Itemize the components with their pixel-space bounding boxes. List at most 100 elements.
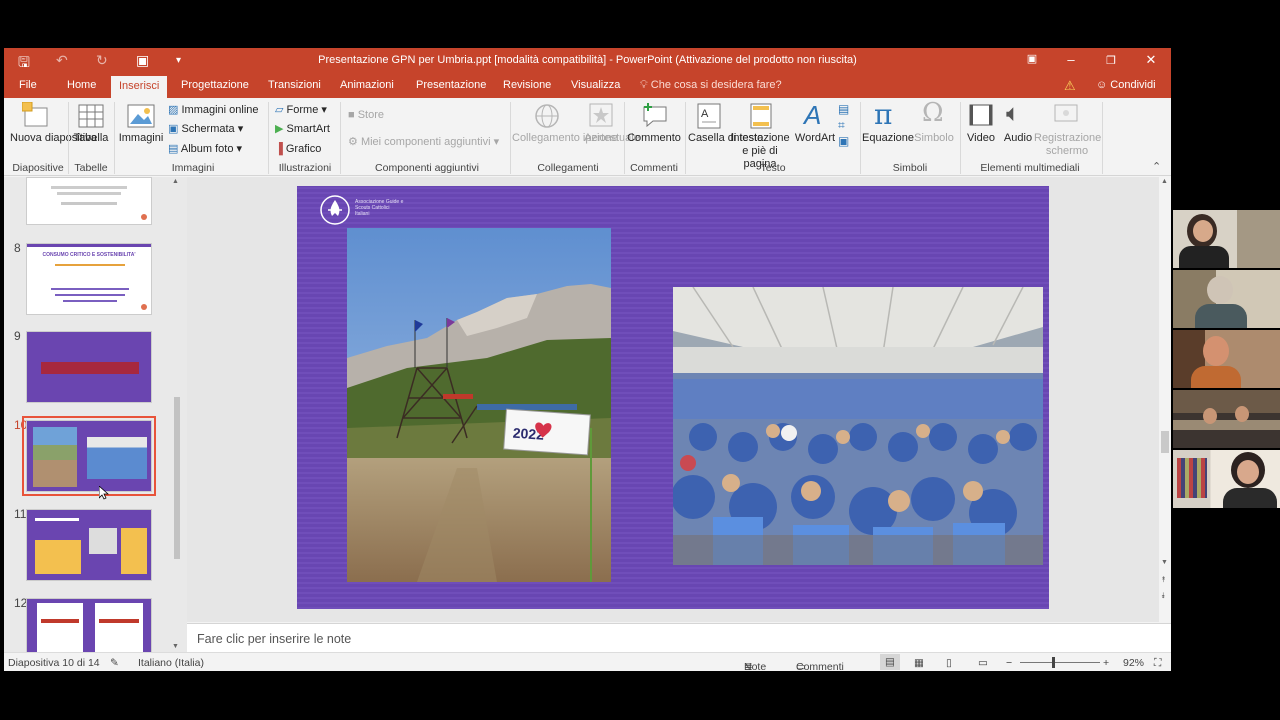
participant-body [1179, 246, 1229, 268]
collapse-ribbon-icon[interactable]: ⌃ [1152, 160, 1161, 173]
screen-recording-button[interactable]: Registrazione schermo [1034, 132, 1101, 158]
next-slide-icon[interactable]: ⯯ [1161, 591, 1166, 601]
online-images-button[interactable]: ▨ Immagini online [168, 104, 259, 117]
tab-insert[interactable]: Inserisci [111, 76, 168, 98]
textbox-button[interactable]: Casella di testo [688, 132, 763, 145]
zoom-out-icon[interactable]: − [1006, 657, 1012, 669]
share-label: Condividi [1110, 79, 1156, 91]
tab-animations[interactable]: Animazioni [340, 79, 394, 91]
participant-video-5[interactable] [1173, 450, 1280, 508]
audio-button[interactable]: Audio [1000, 132, 1036, 145]
tab-home[interactable]: Home [67, 79, 96, 91]
ribbon-display-icon[interactable]: ▣ [1022, 52, 1042, 65]
participant-video-4[interactable] [1173, 390, 1280, 448]
thumb-text-line [51, 288, 129, 290]
scroll-down-icon[interactable]: ▼ [172, 643, 179, 650]
fit-to-window-icon[interactable]: ⛶ [1154, 657, 1161, 670]
zoom-level[interactable]: 92% [1123, 657, 1144, 669]
current-slide[interactable]: Associazione Guide e Scouts Cattolici It… [297, 186, 1049, 609]
zoom-in-icon[interactable]: + [1103, 657, 1109, 669]
thumb-logo [141, 214, 147, 220]
slide-counter: Diapositiva 10 di 14 [8, 657, 100, 669]
tell-me-search[interactable]: 💡︎ Che cosa si desidera fare? [640, 79, 782, 92]
slide-scrollbar[interactable]: ▲ ▼ ⯭ ⯯ [1159, 177, 1171, 622]
previous-slide-icon[interactable]: ⯭ [1161, 575, 1166, 585]
divider [340, 102, 341, 174]
thumbnail-slide-9[interactable] [26, 331, 152, 403]
action-button[interactable]: Azione [582, 132, 620, 145]
tab-file[interactable]: File [19, 79, 37, 91]
scroll-up-icon[interactable]: ▲ [1161, 178, 1168, 185]
store-button[interactable]: ■ Store [348, 109, 384, 122]
participant-body [1223, 488, 1277, 508]
thumbnail-slide-8[interactable]: CONSUMO CRITICO E SOSTENIBILITA' [26, 243, 152, 315]
ribbon-tabs: File Home Inserisci Progettazione Transi… [4, 74, 1171, 98]
tab-view[interactable]: Visualizza [571, 79, 620, 91]
reading-view-icon[interactable]: ▯ [946, 657, 952, 669]
close-button[interactable]: ✕ [1141, 52, 1161, 68]
smartart-button[interactable]: ▶ SmartArt [275, 123, 330, 136]
hyperlink-button[interactable]: Collegamento ipertestuale [512, 132, 640, 145]
smartart-label: SmartArt [286, 123, 330, 135]
slide-number: 11 [14, 507, 27, 521]
slide-sorter-icon[interactable]: ▦ [914, 657, 924, 669]
tab-design[interactable]: Progettazione [181, 79, 249, 91]
chart-button[interactable]: ▐ Grafico [275, 143, 321, 156]
participant-video-1[interactable] [1173, 210, 1280, 268]
date-number-object-icons[interactable]: ▤ ⌗ ▣ [838, 101, 849, 149]
thumbnail-slide-7[interactable] [26, 177, 152, 225]
thumbnail-slide-11[interactable] [26, 509, 152, 581]
comment-icon [643, 103, 667, 128]
comments-label: Commenti [796, 661, 844, 671]
scroll-up-icon[interactable]: ▲ [172, 178, 179, 185]
tab-review[interactable]: Revisione [503, 79, 551, 91]
photo-scouts-crowd[interactable] [673, 287, 1043, 565]
logo-text: Associazione Guide e Scouts Cattolici It… [355, 199, 404, 217]
my-addins-button[interactable]: ⚙ Miei componenti aggiuntivi ▾ [348, 136, 499, 149]
new-slide-button[interactable]: Nuova diapositiva [10, 132, 97, 145]
images-button[interactable]: Immagini [118, 132, 164, 145]
participant-video-3[interactable] [1173, 330, 1280, 388]
thumbnail-slide-12[interactable] [26, 598, 152, 652]
photo-camp-mountains[interactable]: 2022 [347, 228, 611, 582]
zoom-slider-thumb[interactable] [1052, 657, 1055, 668]
shapes-button[interactable]: ▱ Forme ▾ [275, 104, 327, 117]
minimize-button[interactable]: – [1061, 52, 1081, 67]
scroll-down-icon[interactable]: ▼ [1161, 559, 1168, 566]
notes-pane[interactable]: Fare clic per inserire le note [187, 623, 1171, 653]
spell-check-icon[interactable]: ✎ [110, 657, 119, 669]
participant-face [1237, 460, 1259, 484]
zoom-slider[interactable] [1020, 662, 1100, 663]
powerpoint-window: 🖫 ↶ ↻ ▣ ▾ Presentazione GPN per Umbria.p… [4, 48, 1171, 671]
header-footer-icon [750, 103, 772, 129]
wordart-button[interactable]: WordArt [794, 132, 836, 145]
share-button[interactable]: ☺ Condividi [1096, 79, 1156, 91]
photo-album-button[interactable]: ▤ Album foto ▾ [168, 143, 242, 156]
language-indicator[interactable]: Italiano (Italia) [138, 657, 204, 669]
restore-button[interactable]: ❐ [1101, 54, 1121, 67]
divider [685, 102, 686, 174]
video-button[interactable]: Video [962, 132, 1000, 145]
video-icon [969, 104, 993, 126]
normal-view-icon[interactable]: ▤ [880, 654, 900, 670]
slideshow-icon[interactable]: ▭ [978, 657, 988, 669]
tab-transitions[interactable]: Transizioni [268, 79, 321, 91]
table-button[interactable]: Tabella [72, 132, 110, 145]
screenshot-button[interactable]: ▣ Schermata ▾ [168, 123, 243, 136]
scroll-thumb[interactable] [1161, 431, 1169, 453]
online-images-label: Immagini online [181, 104, 259, 116]
comment-button[interactable]: Commento [626, 132, 682, 145]
warning-icon[interactable]: ⚠ [1064, 78, 1076, 94]
lightbulb-icon: 💡︎ [640, 79, 648, 91]
notes-placeholder[interactable]: Fare clic per inserire le note [197, 632, 351, 646]
thumb-yellow-box [35, 540, 81, 574]
participant-background [1173, 420, 1280, 430]
tab-slideshow[interactable]: Presentazione [416, 79, 486, 91]
participant-video-2[interactable] [1173, 270, 1280, 328]
status-bar: Diapositiva 10 di 14 ✎ Italiano (Italia)… [4, 652, 1171, 671]
scroll-thumb[interactable] [174, 397, 180, 559]
equation-button[interactable]: Equazione [862, 132, 914, 145]
thumbnail-slide-10[interactable] [22, 416, 156, 496]
thumbnail-scrollbar[interactable]: ▲ ▼ [171, 177, 183, 652]
symbol-button[interactable]: Simbolo [912, 132, 956, 145]
